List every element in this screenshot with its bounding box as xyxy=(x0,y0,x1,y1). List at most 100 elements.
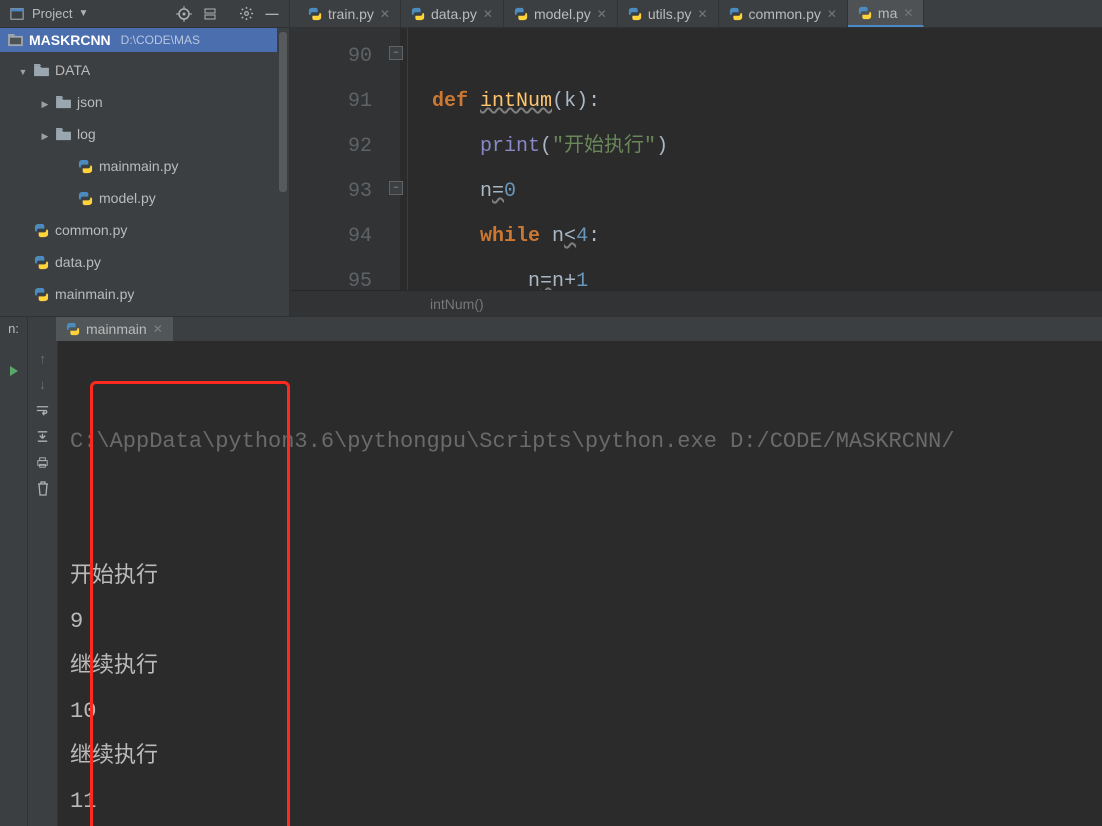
tree-item-label: data.py xyxy=(55,254,101,270)
project-view-icon[interactable] xyxy=(6,3,28,25)
rerun-icon[interactable] xyxy=(3,360,25,382)
console-command-line: C:\AppData\python3.6\pythongpu\Scripts\p… xyxy=(70,419,1090,464)
arrow-up-icon[interactable]: ↑ xyxy=(32,347,54,369)
editor-tab[interactable]: model.py ✕ xyxy=(504,0,618,27)
line-number: 90 xyxy=(290,34,372,79)
close-icon[interactable]: ✕ xyxy=(903,6,913,20)
folder-icon xyxy=(56,96,71,109)
print-icon[interactable] xyxy=(32,451,54,473)
trash-icon[interactable] xyxy=(32,477,54,499)
num: 0 xyxy=(504,180,516,203)
close-icon[interactable]: ✕ xyxy=(380,7,390,21)
close-icon[interactable]: ✕ xyxy=(827,7,837,21)
gear-icon[interactable] xyxy=(235,3,257,25)
close-icon[interactable]: ✕ xyxy=(483,7,493,21)
run-tab[interactable]: mainmain ✕ xyxy=(56,317,173,341)
console-line: 10 xyxy=(70,689,1090,734)
tab-label: utils.py xyxy=(648,6,692,22)
builtin-print: print xyxy=(480,135,540,158)
tree-file[interactable]: model.py xyxy=(4,182,285,214)
chevron-down-icon[interactable]: ▼ xyxy=(78,8,88,19)
tab-label: data.py xyxy=(431,6,477,22)
run-gutter: n: xyxy=(0,317,28,826)
tab-label: common.py xyxy=(749,6,821,22)
editor-pane: − − 909192939495 def intNum(k): print("开… xyxy=(290,28,1102,316)
tree-item-label: common.py xyxy=(55,222,127,238)
line-number: 95 xyxy=(290,259,372,290)
tree-file[interactable]: mainmain.py xyxy=(4,150,285,182)
project-label[interactable]: Project xyxy=(32,6,72,21)
line-number: 94 xyxy=(290,214,372,259)
editor-tab[interactable]: utils.py ✕ xyxy=(618,0,719,27)
target-icon[interactable] xyxy=(173,3,195,25)
op-eq: = xyxy=(540,270,552,290)
project-root-row[interactable]: MASKRCNN D:\CODE\MAS xyxy=(0,28,289,52)
line-number-gutter: 909192939495 xyxy=(290,28,400,290)
editor-tabs: train.py✕data.py✕model.py✕utils.py✕commo… xyxy=(290,0,1102,27)
module-icon xyxy=(8,34,23,47)
python-icon xyxy=(34,287,49,302)
op-plus: + xyxy=(564,270,576,290)
tree-folder[interactable]: json xyxy=(4,86,285,118)
run-panel: n: mainmain ✕ ↑ ↓ xyxy=(0,316,1102,826)
tree-item-label: model.py xyxy=(99,190,156,206)
tab-label: ma xyxy=(878,5,897,21)
function-name: intNum xyxy=(480,90,552,113)
tree-folder[interactable]: log xyxy=(4,118,285,150)
var: n xyxy=(480,180,492,203)
code-content[interactable]: def intNum(k): print("开始执行") n=0 while n… xyxy=(400,28,1102,290)
tab-label: train.py xyxy=(328,6,374,22)
tree-item-label: mainmain.py xyxy=(99,158,178,174)
close-icon[interactable]: ✕ xyxy=(697,7,707,21)
main-split: MASKRCNN D:\CODE\MAS DATA json log mainmain… xyxy=(0,28,1102,316)
topbar: Project ▼ — train.py✕data.py✕model.py✕ut… xyxy=(0,0,1102,28)
line-number: 91 xyxy=(290,79,372,124)
code-editor[interactable]: − − 909192939495 def intNum(k): print("开… xyxy=(290,28,1102,290)
op-eq: = xyxy=(492,180,504,203)
minimize-icon[interactable]: — xyxy=(261,3,283,25)
breadcrumb[interactable]: intNum() xyxy=(290,290,1102,316)
folder-icon xyxy=(56,128,71,141)
editor-tab[interactable]: train.py ✕ xyxy=(298,0,401,27)
tree-item-label: DATA xyxy=(55,62,90,78)
editor-tab[interactable]: ma ✕ xyxy=(848,0,925,27)
console-line: 继续执行 xyxy=(70,734,1090,779)
project-pane: MASKRCNN D:\CODE\MAS DATA json log mainmain… xyxy=(0,28,290,316)
num: 1 xyxy=(576,270,588,290)
tree-file[interactable]: mainmain.py xyxy=(4,278,285,310)
tree-item-label: json xyxy=(77,94,103,110)
scroll-to-end-icon[interactable] xyxy=(32,425,54,447)
project-scrollbar[interactable] xyxy=(277,28,289,316)
tree-file[interactable]: common.py xyxy=(4,214,285,246)
project-toolbar: Project ▼ — xyxy=(0,0,290,27)
tree-item-label: mainmain.py xyxy=(55,286,134,302)
tree-folder[interactable]: DATA xyxy=(4,54,285,86)
expand-arrow-icon[interactable] xyxy=(18,62,28,78)
console-output[interactable]: C:\AppData\python3.6\pythongpu\Scripts\p… xyxy=(58,341,1102,826)
project-root-path: D:\CODE\MAS xyxy=(121,33,200,47)
console-line: 9 xyxy=(70,599,1090,644)
num: 4 xyxy=(576,225,588,248)
editor-tab[interactable]: common.py ✕ xyxy=(719,0,848,27)
folder-icon xyxy=(34,64,49,77)
collapse-icon[interactable] xyxy=(199,3,221,25)
run-tab-label: mainmain xyxy=(86,321,147,337)
scrollbar-thumb[interactable] xyxy=(279,32,287,192)
arrow-down-icon[interactable]: ↓ xyxy=(32,373,54,395)
python-icon xyxy=(78,191,93,206)
expand-arrow-icon[interactable] xyxy=(40,94,50,110)
project-tree[interactable]: DATA json log mainmain.py model.py common.py d… xyxy=(0,52,289,312)
project-root-name: MASKRCNN xyxy=(29,32,111,48)
breadcrumb-item[interactable]: intNum() xyxy=(430,296,484,312)
close-icon[interactable]: ✕ xyxy=(153,322,163,336)
tree-file[interactable]: data.py xyxy=(4,246,285,278)
tab-label: model.py xyxy=(534,6,591,22)
run-tab-bar: mainmain ✕ xyxy=(28,317,1102,341)
close-icon[interactable]: ✕ xyxy=(597,7,607,21)
string-literal: "开始执行" xyxy=(552,135,656,158)
soft-wrap-icon[interactable] xyxy=(32,399,54,421)
editor-tab[interactable]: data.py ✕ xyxy=(401,0,504,27)
var: n xyxy=(540,225,564,248)
run-heading: n: xyxy=(8,321,19,336)
expand-arrow-icon[interactable] xyxy=(40,126,50,142)
